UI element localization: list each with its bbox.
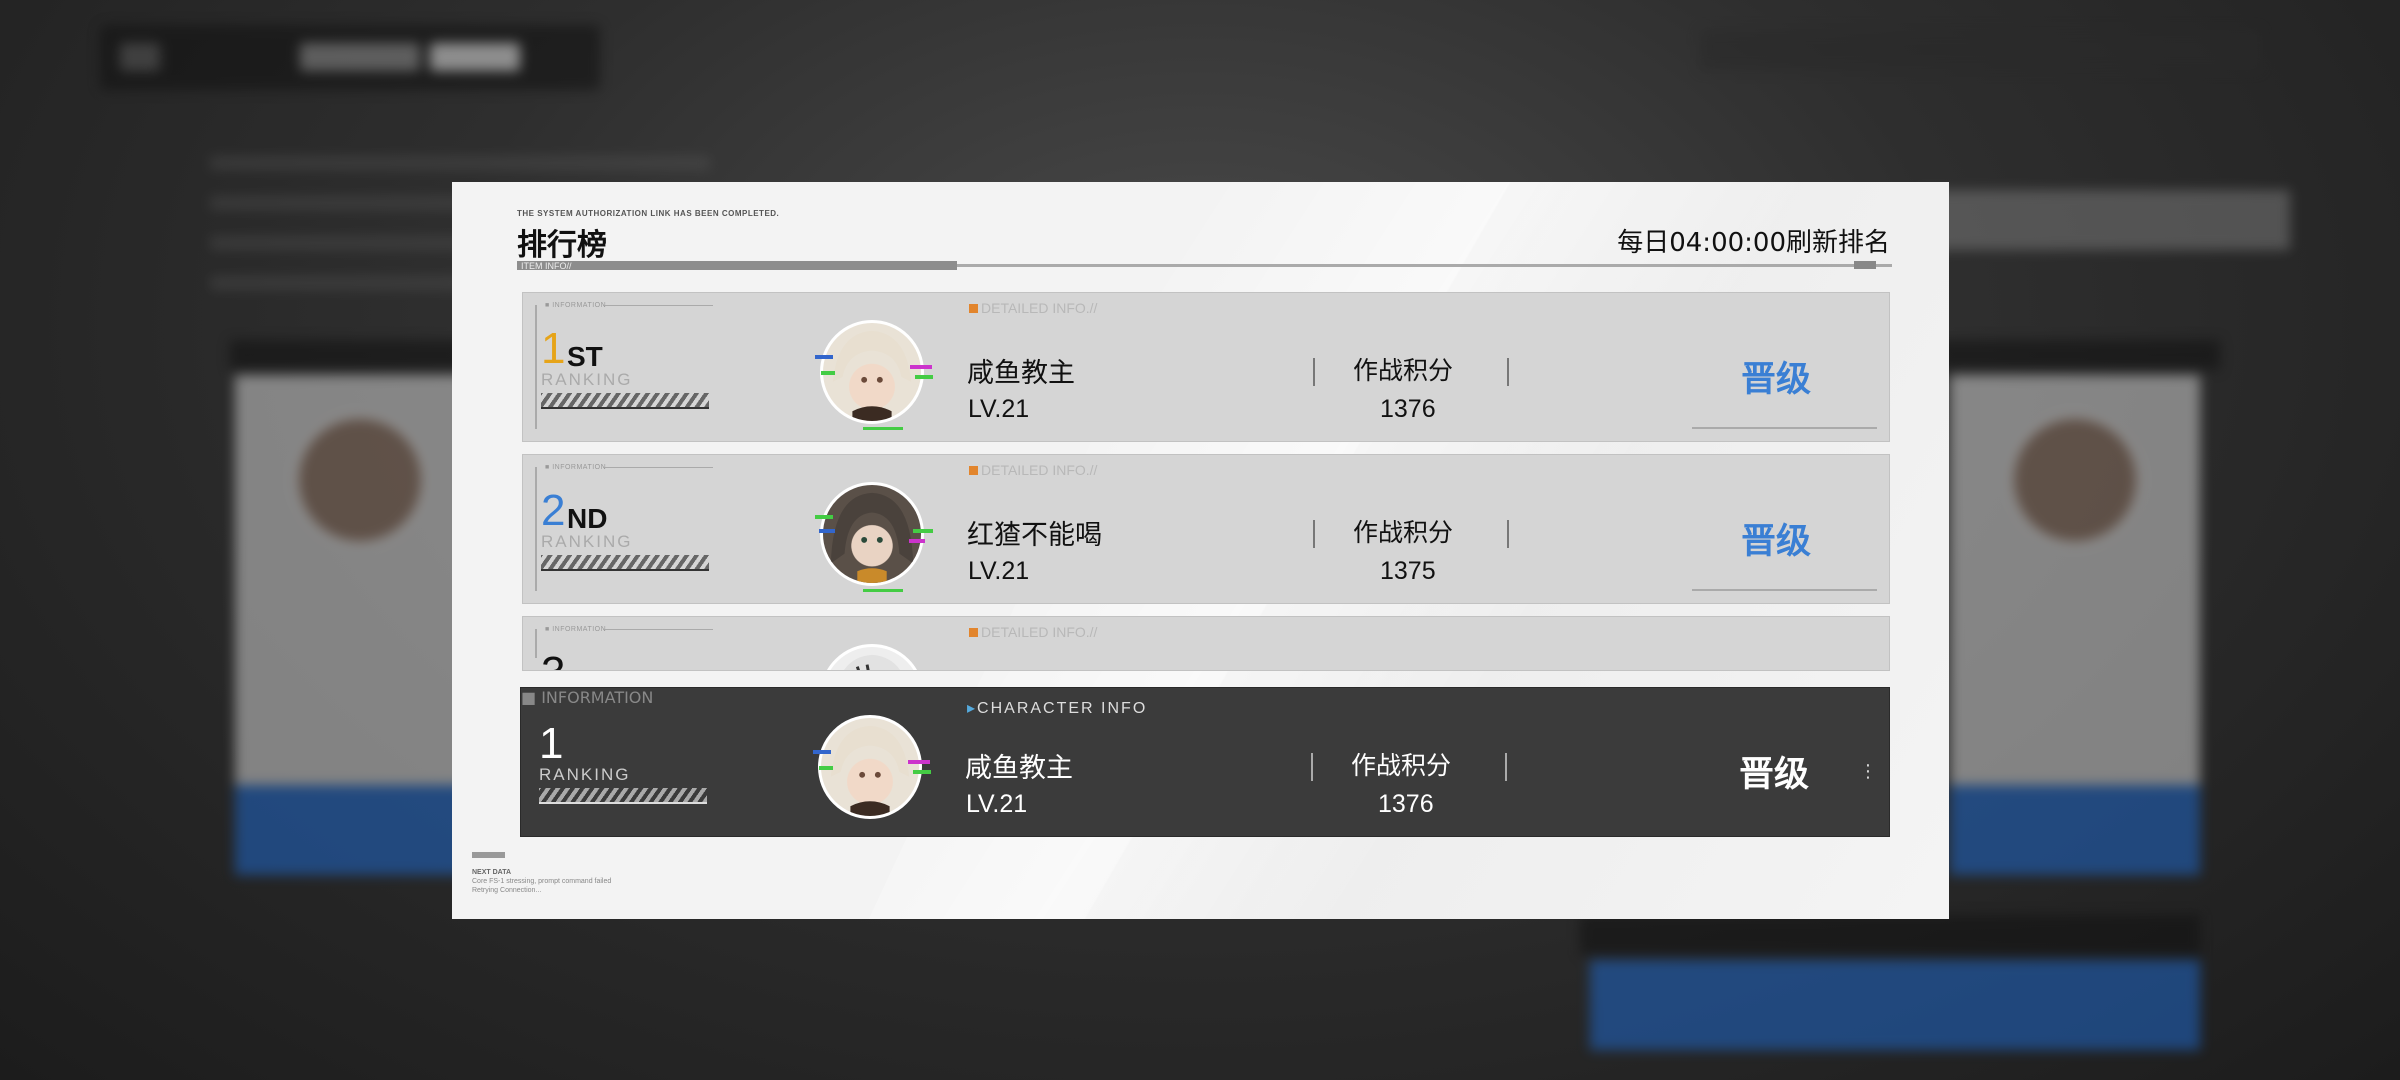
information-tag: ■ INFORMATION	[545, 464, 607, 471]
leaderboard-modal: THE SYSTEM AUTHORIZATION LINK HAS BEEN C…	[452, 182, 1949, 919]
player-level: LV.21	[968, 557, 1030, 585]
rank-number: 2	[541, 486, 566, 535]
avatar[interactable]	[815, 315, 935, 435]
player-name: 红猹不能喝	[967, 520, 1102, 551]
promote-label: 晋级	[1741, 360, 1812, 400]
rank-suffix: ST	[567, 341, 603, 372]
rank-suffix: RD	[567, 667, 607, 671]
background-bottom-bar	[1580, 915, 2200, 955]
score-value: 1376	[1380, 395, 1436, 423]
rank-number: 1	[541, 324, 566, 373]
score-value: 1375	[1380, 557, 1436, 585]
information-tag: ■ INFORMATION	[545, 302, 607, 309]
background-bottom-button	[1590, 960, 2200, 1050]
leaderboard-row[interactable]: ■ INFORMATION 1 ST RANKING DETAILED INFO…	[522, 292, 1890, 442]
player-level: LV.21	[966, 790, 1028, 818]
background-card-left	[235, 375, 485, 875]
promote-label: 晋级	[1741, 522, 1812, 562]
ranking-label: RANKING	[539, 765, 631, 784]
leaderboard-row[interactable]: ■ INFORMATION 3 RD DETAILED INFO.//	[522, 616, 1890, 671]
ranking-label: RANKING	[541, 532, 633, 551]
rank-suffix: ND	[567, 503, 608, 534]
promote-label: 晋级	[1739, 755, 1810, 795]
score-label: 作战积分	[1353, 356, 1454, 385]
title-divider-end	[1854, 261, 1876, 269]
hatch-decoration	[541, 555, 709, 571]
score-label: 作战积分	[1351, 751, 1452, 780]
rank-number: 1	[539, 719, 564, 768]
background-topbar	[100, 25, 600, 90]
information-tag: ■ INFORMATION	[545, 626, 607, 633]
footer-bar	[472, 852, 505, 858]
hatch-decoration	[539, 788, 707, 804]
avatar[interactable]	[815, 639, 935, 670]
detailed-info-tag: DETAILED INFO.//	[969, 463, 1097, 478]
background-currency-bar	[1700, 30, 2260, 70]
player-level: LV.21	[968, 395, 1030, 423]
system-text: THE SYSTEM AUTHORIZATION LINK HAS BEEN C…	[517, 209, 780, 218]
page-title: 排行榜	[517, 228, 607, 263]
detailed-info-tag: DETAILED INFO.//	[969, 301, 1097, 316]
information-tag: ■ INFORMATION	[521, 688, 654, 707]
more-options-icon[interactable]: ⋮	[1859, 763, 1877, 781]
player-name: 咸鱼教主	[967, 358, 1075, 389]
player-name: 咸鱼教主	[965, 753, 1073, 784]
rank-number: 3	[541, 651, 565, 671]
my-rank-row[interactable]: ■ INFORMATION 1 RANKING ▸CHARACTER INFO …	[520, 687, 1890, 837]
leaderboard-row[interactable]: ■ INFORMATION 2 ND RANKING DETAILED INFO…	[522, 454, 1890, 604]
title-divider-accent	[517, 261, 957, 270]
footer-text: NEXT DATA Core FS-1 stressing, prompt co…	[472, 869, 612, 894]
background-card-right	[1950, 375, 2200, 875]
score-label: 作战积分	[1353, 518, 1454, 547]
refresh-notice: 每日04:00:00刷新排名	[1617, 228, 1890, 258]
detailed-info-tag: DETAILED INFO.//	[969, 625, 1097, 640]
item-info-tag: ITEM INFO//	[521, 261, 572, 271]
hatch-decoration	[541, 393, 709, 409]
ranking-label: RANKING	[541, 370, 633, 389]
score-value: 1376	[1378, 790, 1434, 818]
avatar[interactable]	[815, 477, 935, 597]
background-right-buttons	[1920, 190, 2290, 250]
character-info-tag: ▸CHARACTER INFO	[967, 700, 1148, 717]
avatar[interactable]	[813, 710, 933, 830]
